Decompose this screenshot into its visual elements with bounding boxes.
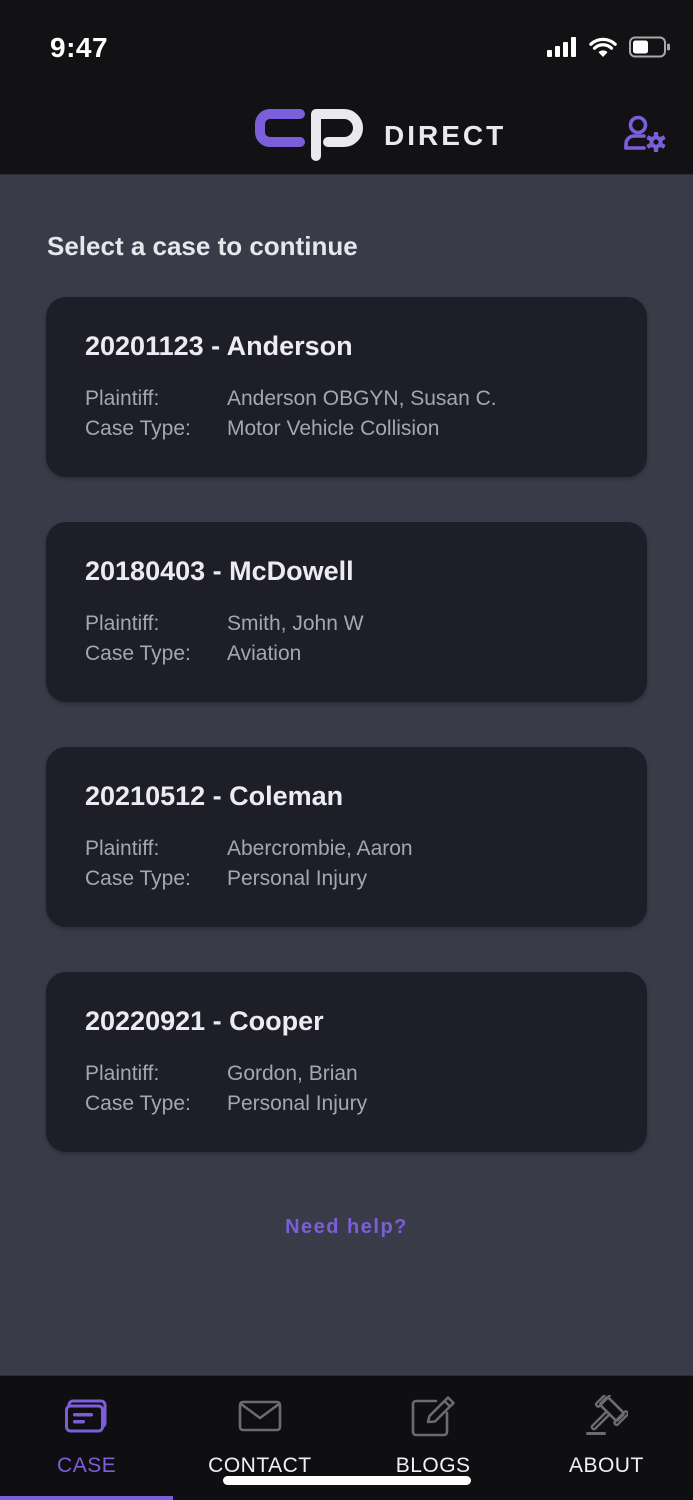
case-type-label: Case Type: — [85, 1092, 191, 1115]
plaintiff-label: Plaintiff: — [85, 1062, 160, 1085]
plaintiff-value: Abercrombie, Aaron — [227, 837, 413, 860]
app-header: DIRECT — [0, 92, 693, 175]
plaintiff-value: Anderson OBGYN, Susan C. — [227, 387, 497, 410]
case-type-value: Motor Vehicle Collision — [227, 417, 440, 440]
plaintiff-label: Plaintiff: — [85, 837, 160, 860]
cp-logo-icon — [252, 104, 364, 167]
status-bar: 9:47 — [0, 0, 693, 92]
home-indicator — [223, 1476, 471, 1485]
wifi-icon — [589, 36, 617, 63]
case-type-row: Case Type: Aviation — [85, 639, 608, 669]
mail-icon — [238, 1394, 282, 1438]
case-icon — [64, 1394, 109, 1438]
logo: DIRECT — [252, 104, 506, 167]
plaintiff-row: Plaintiff: Abercrombie, Aaron — [85, 834, 608, 864]
case-card[interactable]: 20201123 - Anderson Plaintiff: Anderson … — [46, 297, 647, 477]
case-title: 20201123 - Anderson — [85, 331, 353, 361]
battery-icon — [629, 36, 671, 63]
case-type-row: Case Type: Personal Injury — [85, 864, 608, 894]
plaintiff-row: Plaintiff: Smith, John W — [85, 609, 608, 639]
cellular-signal-icon — [547, 37, 577, 62]
main-content: Select a case to continue 20201123 - And… — [0, 175, 693, 1375]
case-type-label: Case Type: — [85, 867, 191, 890]
case-type-row: Case Type: Personal Injury — [85, 1089, 608, 1119]
plaintiff-row: Plaintiff: Gordon, Brian — [85, 1059, 608, 1089]
app-screen: 9:47 DIRECT Select a case to continue 20… — [0, 0, 693, 1500]
tab-case[interactable]: CASE — [0, 1376, 173, 1500]
plaintiff-row: Plaintiff: Anderson OBGYN, Susan C. — [85, 384, 608, 414]
case-type-value: Aviation — [227, 642, 302, 665]
status-time: 9:47 — [50, 32, 109, 63]
user-settings-button[interactable] — [620, 114, 672, 158]
case-type-value: Personal Injury — [227, 867, 368, 890]
status-icons — [547, 36, 671, 63]
case-card[interactable]: 20210512 - Coleman Plaintiff: Abercrombi… — [46, 747, 647, 927]
case-title: 20220921 - Cooper — [85, 1006, 324, 1036]
tab-label: BLOGS — [395, 1454, 471, 1477]
case-title: 20180403 - McDowell — [85, 556, 354, 586]
case-type-label: Case Type: — [85, 417, 191, 440]
plaintiff-value: Gordon, Brian — [227, 1062, 358, 1085]
edit-icon — [410, 1394, 456, 1438]
need-help-link[interactable]: Need help? — [0, 1216, 693, 1239]
gavel-icon — [584, 1394, 629, 1438]
tab-label: CASE — [57, 1454, 117, 1477]
case-list: 20201123 - Anderson Plaintiff: Anderson … — [46, 297, 647, 1197]
case-card[interactable]: 20180403 - McDowell Plaintiff: Smith, Jo… — [46, 522, 647, 702]
plaintiff-label: Plaintiff: — [85, 387, 160, 410]
plaintiff-value: Smith, John W — [227, 612, 364, 635]
plaintiff-label: Plaintiff: — [85, 612, 160, 635]
user-settings-icon — [624, 115, 668, 158]
tab-label: ABOUT — [568, 1454, 644, 1477]
active-tab-indicator — [0, 1496, 173, 1500]
tab-about[interactable]: ABOUT — [520, 1376, 693, 1500]
tab-label: CONTACT — [208, 1454, 312, 1477]
case-type-value: Personal Injury — [227, 1092, 368, 1115]
page-title: Select a case to continue — [47, 231, 358, 261]
case-type-row: Case Type: Motor Vehicle Collision — [85, 414, 608, 444]
logo-wordmark: DIRECT — [384, 119, 507, 151]
case-card[interactable]: 20220921 - Cooper Plaintiff: Gordon, Bri… — [46, 972, 647, 1152]
case-title: 20210512 - Coleman — [85, 781, 344, 811]
case-type-label: Case Type: — [85, 642, 191, 665]
